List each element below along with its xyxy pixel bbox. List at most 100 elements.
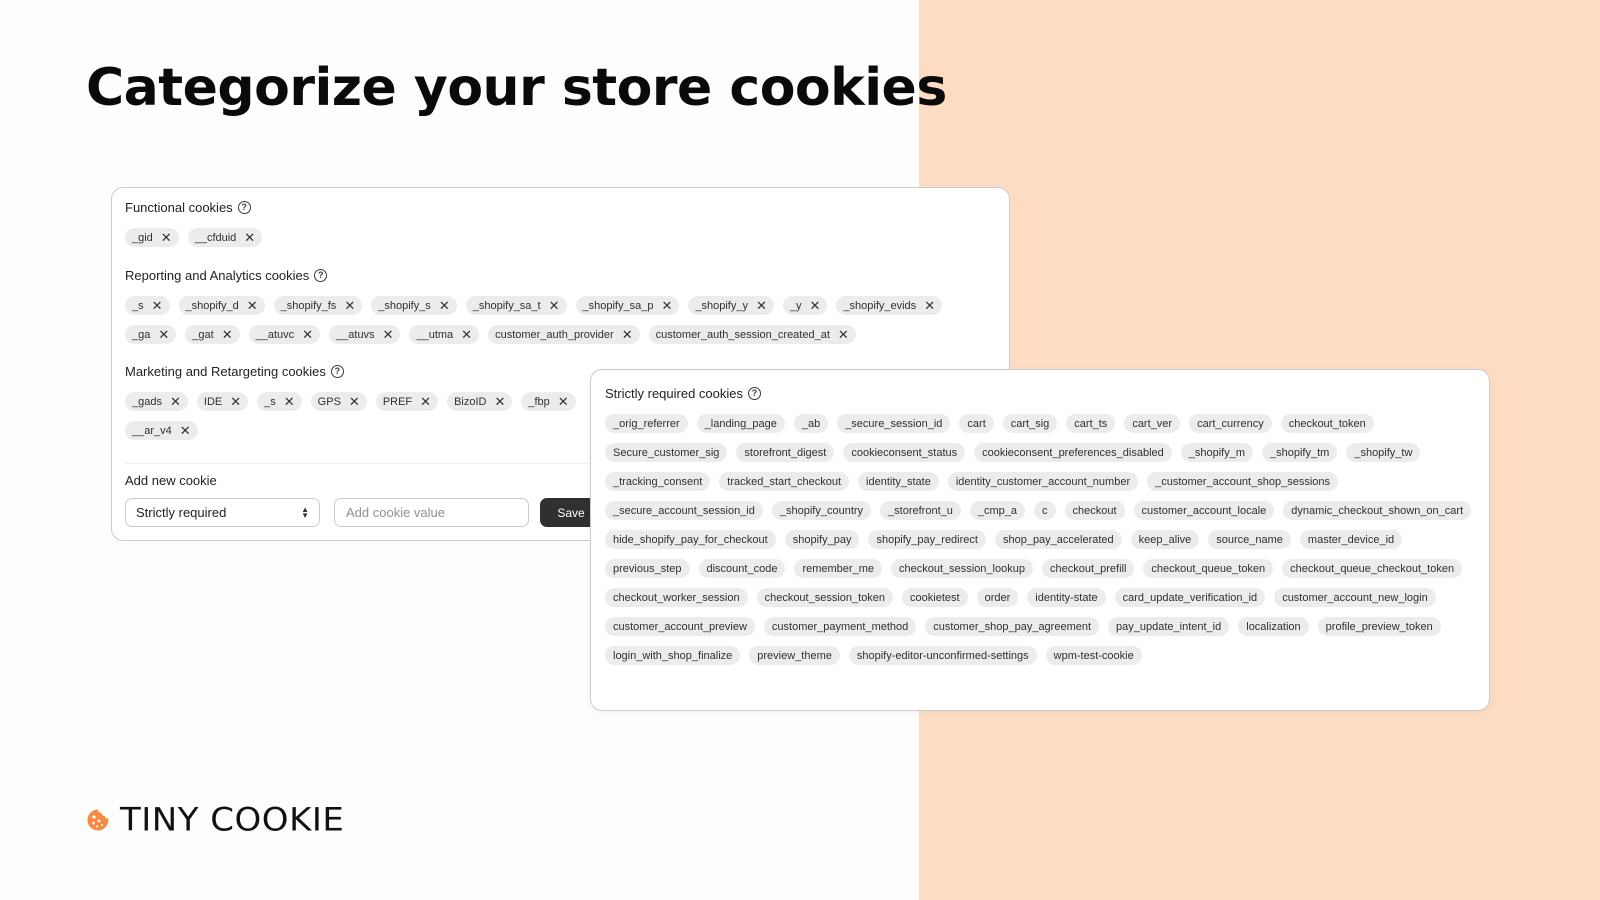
remove-tag-icon[interactable]: ✕	[161, 231, 172, 244]
cookie-tag[interactable]: cart_currency	[1189, 414, 1272, 433]
remove-tag-icon[interactable]: ✕	[222, 328, 233, 341]
cookie-tag[interactable]: cookieconsent_status	[843, 443, 966, 462]
remove-tag-icon[interactable]: ✕	[158, 328, 169, 341]
cookie-tag[interactable]: cookieconsent_preferences_disabled	[974, 443, 1172, 462]
cookie-tag[interactable]: wpm-test-cookie	[1045, 646, 1142, 665]
remove-tag-icon[interactable]: ✕	[924, 299, 935, 312]
cookie-tag[interactable]: cart_ts	[1066, 414, 1116, 433]
help-icon[interactable]: ?	[237, 200, 251, 214]
cookie-tag[interactable]: checkout_session_token	[756, 588, 894, 607]
remove-tag-icon[interactable]: ✕	[383, 328, 394, 341]
cookie-tag: _fbp ✕	[521, 392, 576, 411]
cookie-tag[interactable]: pay_update_intent_id	[1108, 617, 1230, 636]
cookie-tag[interactable]: card_update_verification_id	[1114, 588, 1266, 607]
brand-name: TINY COOKIE	[120, 801, 345, 839]
remove-tag-icon[interactable]: ✕	[661, 299, 672, 312]
cookie-tag[interactable]: checkout_queue_checkout_token	[1282, 559, 1463, 578]
cookie-tag[interactable]: remember_me	[794, 559, 882, 578]
remove-tag-icon[interactable]: ✕	[439, 299, 450, 312]
cookie-tag[interactable]: _secure_session_id	[837, 414, 951, 433]
remove-tag-icon[interactable]: ✕	[302, 328, 313, 341]
cookie-tag[interactable]: checkout_session_lookup	[890, 559, 1033, 578]
help-icon[interactable]: ?	[748, 386, 761, 400]
remove-tag-icon[interactable]: ✕	[810, 299, 821, 312]
remove-tag-icon[interactable]: ✕	[838, 328, 849, 341]
cookie-tag[interactable]: tracked_start_checkout	[719, 472, 850, 491]
cookie-tag[interactable]: _shopify_tw	[1346, 443, 1421, 462]
cookie-tag[interactable]: checkout_prefill	[1041, 559, 1135, 578]
cookie-tag[interactable]: shopify-editor-unconfirmed-settings	[848, 646, 1037, 665]
remove-tag-icon[interactable]: ✕	[494, 395, 505, 408]
cookie-tag[interactable]: hide_shopify_pay_for_checkout	[605, 530, 776, 549]
cookie-tag[interactable]: master_device_id	[1299, 530, 1403, 549]
remove-tag-icon[interactable]: ✕	[420, 395, 431, 408]
remove-tag-icon[interactable]: ✕	[549, 299, 560, 312]
cookie-tag[interactable]: checkout_queue_token	[1143, 559, 1274, 578]
cookie-tag[interactable]: checkout	[1064, 501, 1125, 520]
cookie-tag[interactable]: discount_code	[698, 559, 786, 578]
cookie-tag: _gads ✕	[125, 392, 188, 411]
cookie-tag[interactable]: customer_account_new_login	[1274, 588, 1436, 607]
cookie-tag[interactable]: _cmp_a	[969, 501, 1026, 520]
remove-tag-icon[interactable]: ✕	[244, 231, 255, 244]
cookie-tag-label: _shopify_country	[779, 504, 864, 517]
remove-tag-icon[interactable]: ✕	[622, 328, 633, 341]
cookie-value-input[interactable]	[334, 498, 529, 527]
remove-tag-icon[interactable]: ✕	[180, 424, 191, 437]
cookie-tag[interactable]: order	[976, 588, 1019, 607]
cookie-tag[interactable]: checkout_token	[1280, 414, 1374, 433]
remove-tag-icon[interactable]: ✕	[284, 395, 295, 408]
remove-tag-icon[interactable]: ✕	[152, 299, 163, 312]
cookie-tag[interactable]: customer_account_preview	[605, 617, 755, 636]
cookie-tag: _shopify_s ✕	[371, 296, 457, 315]
remove-tag-icon[interactable]: ✕	[558, 395, 569, 408]
cookie-tag[interactable]: _ab	[793, 414, 829, 433]
cookie-tag[interactable]: identity-state	[1027, 588, 1106, 607]
remove-tag-icon[interactable]: ✕	[461, 328, 472, 341]
cookie-tag[interactable]: source_name	[1208, 530, 1291, 549]
cookie-tag[interactable]: identity_state	[858, 472, 939, 491]
cookie-tag[interactable]: login_with_shop_finalize	[605, 646, 741, 665]
cookie-tag[interactable]: customer_shop_pay_agreement	[925, 617, 1100, 636]
cookie-tag[interactable]: preview_theme	[749, 646, 840, 665]
cookie-tag: __ar_v4 ✕	[125, 421, 198, 440]
reporting-cookies-section: Reporting and Analytics cookies ? _s ✕ _sh…	[112, 266, 992, 344]
cookie-tag[interactable]: customer_account_locale	[1133, 501, 1275, 520]
cookie-tag[interactable]: shopify_pay	[784, 530, 860, 549]
cookie-tag[interactable]: storefront_digest	[736, 443, 835, 462]
remove-tag-icon[interactable]: ✕	[349, 395, 360, 408]
cookie-tag[interactable]: dynamic_checkout_shown_on_cart	[1283, 501, 1472, 520]
cookie-tag[interactable]: identity_customer_account_number	[947, 472, 1139, 491]
remove-tag-icon[interactable]: ✕	[170, 395, 181, 408]
cookie-tag[interactable]: _landing_page	[696, 414, 785, 433]
cookie-tag[interactable]: cookietest	[902, 588, 968, 607]
cookie-tag[interactable]: localization	[1238, 617, 1309, 636]
remove-tag-icon[interactable]: ✕	[230, 395, 241, 408]
cookie-tag[interactable]: _storefront_u	[880, 501, 961, 520]
remove-tag-icon[interactable]: ✕	[344, 299, 355, 312]
cookie-tag[interactable]: Secure_customer_sig	[605, 443, 728, 462]
cookie-tag[interactable]: _tracking_consent	[605, 472, 711, 491]
category-select[interactable]: Strictly required ▲ ▼	[125, 498, 320, 527]
remove-tag-icon[interactable]: ✕	[247, 299, 258, 312]
cookie-tag[interactable]: _orig_referrer	[605, 414, 688, 433]
cookie-tag[interactable]: previous_step	[605, 559, 690, 578]
cookie-tag[interactable]: cart	[959, 414, 994, 433]
cookie-tag[interactable]: cart_ver	[1124, 414, 1181, 433]
help-icon[interactable]: ?	[330, 364, 344, 378]
cookie-tag[interactable]: cart_sig	[1002, 414, 1058, 433]
cookie-tag[interactable]: checkout_worker_session	[605, 588, 748, 607]
remove-tag-icon[interactable]: ✕	[756, 299, 767, 312]
cookie-tag[interactable]: _shopify_tm	[1262, 443, 1338, 462]
cookie-tag[interactable]: _shopify_m	[1180, 443, 1254, 462]
cookie-tag[interactable]: keep_alive	[1130, 530, 1200, 549]
cookie-tag[interactable]: shop_pay_accelerated	[994, 530, 1122, 549]
cookie-tag[interactable]: _shopify_country	[771, 501, 872, 520]
cookie-tag[interactable]: _customer_account_shop_sessions	[1147, 472, 1338, 491]
cookie-tag[interactable]: shopify_pay_redirect	[868, 530, 986, 549]
cookie-tag[interactable]: c	[1034, 501, 1056, 520]
cookie-tag[interactable]: profile_preview_token	[1317, 617, 1441, 636]
help-icon[interactable]: ?	[314, 268, 328, 282]
cookie-tag[interactable]: customer_payment_method	[763, 617, 917, 636]
cookie-tag[interactable]: _secure_account_session_id	[605, 501, 763, 520]
